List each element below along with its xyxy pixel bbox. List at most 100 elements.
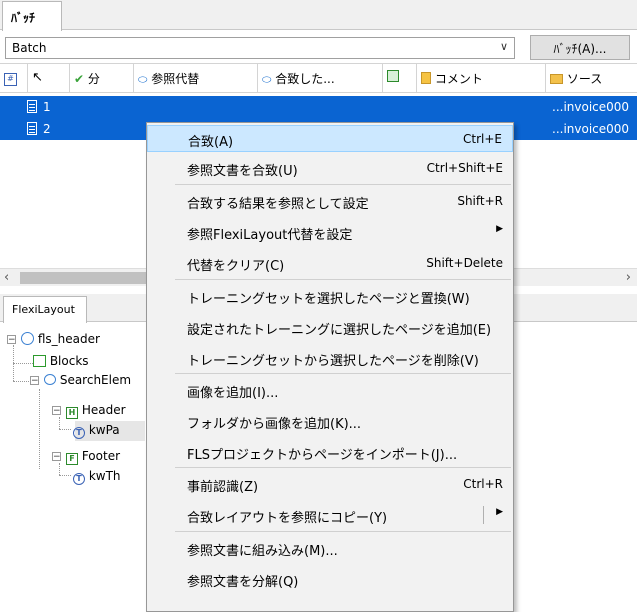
tree-guide [59,417,60,429]
submenu-arrow-icon: ▶ [496,507,503,517]
tree-item-blocks[interactable]: Blocks [33,354,89,368]
menu-item-set-match-as-reference[interactable]: 合致する結果を参照として設定 Shift+R [147,188,513,215]
keyword-element-icon: T [73,427,85,439]
menu-item-pre-recognize[interactable]: 事前認識(Z) Ctrl+R [147,471,513,498]
folder-icon [550,74,563,84]
tree-item-search-elements[interactable]: SearchElem [44,373,131,387]
menu-separator [175,279,511,280]
table-row[interactable]: 1 ...invoice000 [0,96,637,118]
menu-item-label: フォルダから画像を追加(K)... [187,417,362,432]
tree-item-header[interactable]: H Header [66,403,126,419]
scroll-left-icon[interactable]: ‹ [4,270,9,285]
tree-guide [59,475,71,476]
submenu-arrow-icon: ▶ [496,224,503,234]
tree-item-label: Footer [81,449,121,463]
tree-item-footer[interactable]: F Footer [66,449,120,465]
tree-guide [39,389,40,469]
tab-flexilayout[interactable]: FlexiLayout [3,296,87,323]
menu-item-set-reference-alternative[interactable]: 参照FlexiLayout代替を設定 ▶ [147,219,513,246]
row-number: 1 [43,100,51,114]
menu-item-merge-into-reference[interactable]: 参照文書に組み込み(M)... [147,535,513,562]
document-icon [27,100,37,113]
menu-item-match-reference[interactable]: 参照文書を合致(U) Ctrl+Shift+E [147,155,513,182]
context-menu: 合致(A) Ctrl+E 参照文書を合致(U) Ctrl+Shift+E 合致す… [146,122,514,612]
column-header: # ↖ ✔ 分 ⬭ 参照代替 ⬭ 合致した... コメント ソース [0,63,637,93]
menu-item-copy-layout-to-reference[interactable]: 合致レイアウトを参照にコピー(Y) ▶ [147,502,513,529]
tree-item-kwth[interactable]: T kwTh [73,469,121,485]
tree-guide [59,429,71,430]
tab-batch[interactable]: ﾊﾞｯﾁ [2,1,62,31]
collapse-toggle-icon[interactable]: − [7,335,16,345]
image-status-icon [387,70,399,82]
pointer-icon: ↖ [32,70,43,85]
column-index[interactable]: # [0,64,28,93]
menu-item-label: 画像を追加(I)... [187,386,279,401]
menu-item-replace-training-set[interactable]: トレーニングセットを選択したページと置換(W) [147,283,513,310]
column-comment[interactable]: コメント [417,64,546,93]
menu-item-label: 参照FlexiLayout代替を設定 [187,228,353,243]
link-icon: ⬭ [138,73,148,86]
menu-item-label: トレーニングセットから選択したページを削除(V) [187,354,479,369]
menu-item-clear-alternative[interactable]: 代替をクリア(C) Shift+Delete [147,250,513,277]
menu-item-shortcut: Ctrl+Shift+E [426,161,503,175]
column-source[interactable]: ソース [546,64,637,93]
menu-item-split-reference[interactable]: 参照文書を分解(Q) [147,566,513,593]
menu-item-label: 参照文書に組み込み(M)... [187,544,338,559]
checkmark-icon: ✔ [74,72,85,86]
menu-item-add-images[interactable]: 画像を追加(I)... [147,377,513,404]
menu-item-remove-from-training[interactable]: トレーニングセットから選択したページを削除(V) [147,345,513,372]
column-matched[interactable]: ⬭ 合致した... [258,64,383,93]
tree-item-label: fls_header [37,332,100,346]
collapse-toggle-icon[interactable]: − [52,406,61,416]
menu-item-label: トレーニングセットを選択したページと置換(W) [187,292,470,307]
batch-select[interactable]: Batch ∨ [5,37,515,59]
tree-guide [59,463,60,475]
column-label: 参照代替 [151,72,200,86]
keyword-element-icon: T [73,473,85,485]
note-icon [421,72,431,84]
circle-node-icon [21,332,34,345]
menu-item-label: 事前認識(Z) [187,480,259,495]
menu-item-label: 合致レイアウトを参照にコピー(Y) [187,511,388,526]
tree-item-fls-header[interactable]: fls_header [21,332,100,346]
menu-separator [175,467,511,468]
menu-separator [175,184,511,185]
row-number: 2 [43,122,51,136]
hash-grid-icon: # [4,73,17,86]
menu-item-label: 代替をクリア(C) [187,259,285,274]
header-element-icon: H [66,407,78,419]
column-label: 分 [87,72,100,86]
footer-element-icon: F [66,453,78,465]
batch-button[interactable]: ﾊﾞｯﾁ(A)... [530,35,630,60]
scroll-right-icon[interactable]: › [626,270,631,285]
menu-item-import-from-fls[interactable]: FLSプロジェクトからページをインポート(J)... [147,439,513,466]
tree-item-kwpa[interactable]: T kwPa [73,423,120,439]
tree-guide [13,363,33,364]
scrollbar-thumb[interactable] [20,272,150,284]
menu-item-add-images-from-folder[interactable]: フォルダから画像を追加(K)... [147,408,513,435]
tree-item-label: SearchElem [59,373,132,387]
menu-separator [175,531,511,532]
row-source: ...invoice000 [552,100,630,114]
collapse-toggle-icon[interactable]: − [30,376,39,386]
chevron-down-icon[interactable]: ∨ [500,40,508,53]
batch-select-value: Batch [12,41,47,55]
menu-item-label: 参照文書を合致(U) [187,164,298,179]
column-pointer[interactable]: ↖ [28,64,70,93]
menu-item-add-to-training[interactable]: 設定されたトレーニングに選択したページを追加(E) [147,314,513,341]
column-label: ソース [566,72,603,86]
column-label: コメント [434,72,483,86]
column-image[interactable] [383,64,417,93]
top-tab-strip [0,0,637,30]
menu-item-match[interactable]: 合致(A) Ctrl+E [147,125,513,152]
menu-item-shortcut: Shift+Delete [426,256,503,270]
row-source: ...invoice000 [552,122,630,136]
column-min[interactable]: ✔ 分 [70,64,134,93]
block-node-icon [33,355,46,367]
link-icon: ⬭ [262,73,272,86]
menu-item-label: 参照文書を分解(Q) [187,575,299,590]
menu-item-label: 設定されたトレーニングに選択したページを追加(E) [187,323,492,338]
column-reference-alternative[interactable]: ⬭ 参照代替 [134,64,258,93]
menu-item-label: FLSプロジェクトからページをインポート(J)... [187,448,458,463]
collapse-toggle-icon[interactable]: − [52,452,61,462]
